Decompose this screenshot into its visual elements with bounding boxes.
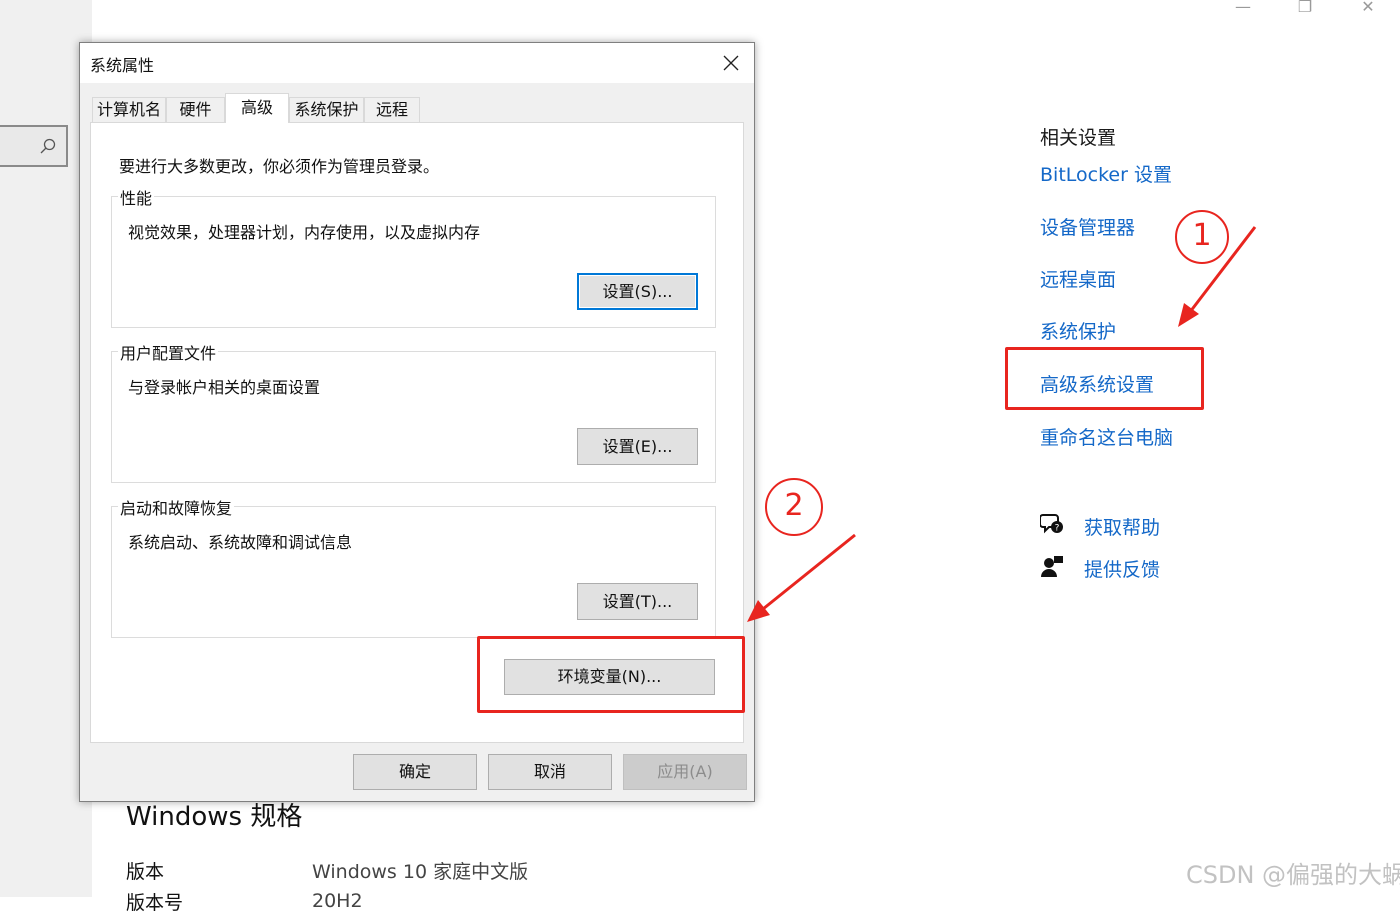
screen: { "system_window": { "related_settings":… (0, 0, 1400, 914)
apply-button: 应用(A) (623, 754, 747, 790)
give-feedback-link[interactable]: 提供反馈 (1084, 555, 1160, 582)
bitlocker-settings-link[interactable]: BitLocker 设置 (1040, 160, 1172, 187)
ok-button[interactable]: 确定 (353, 754, 477, 790)
arrow-1-head (1178, 303, 1199, 327)
step-1-marker: 1 (1175, 210, 1229, 264)
window-close-button[interactable]: ✕ (1358, 0, 1378, 15)
highlight-env-variables (477, 636, 745, 713)
minimize-button[interactable]: — (1233, 0, 1253, 15)
tab-advanced[interactable]: 高级 (225, 93, 289, 123)
svg-text:?: ? (1055, 524, 1060, 534)
related-settings-title: 相关设置 (1040, 127, 1117, 149)
group-label: 用户配置文件 (118, 340, 219, 364)
cancel-button[interactable]: 取消 (488, 754, 612, 790)
version-value: 20H2 (312, 890, 363, 912)
search-icon (40, 138, 56, 154)
version-label: 版本号 (126, 892, 184, 914)
restore-button[interactable]: ❐ (1295, 0, 1315, 15)
user-profiles-group: 用户配置文件 与登录帐户相关的桌面设置 设置(E)... (111, 340, 716, 483)
highlight-advanced-settings (1005, 347, 1204, 410)
rename-pc-link[interactable]: 重命名这台电脑 (1040, 423, 1173, 450)
device-manager-link[interactable]: 设备管理器 (1040, 213, 1135, 240)
close-icon (723, 55, 739, 71)
remote-desktop-link[interactable]: 远程桌面 (1040, 265, 1116, 292)
watermark: CSDN @偏强的大蜗牛 (1186, 861, 1400, 889)
startup-recovery-group: 启动和故障恢复 系统启动、系统故障和调试信息 设置(T)... (111, 495, 716, 638)
get-help-link[interactable]: 获取帮助 (1084, 513, 1160, 540)
group-label: 性能 (118, 185, 155, 209)
system-protection-link[interactable]: 系统保护 (1040, 317, 1116, 344)
dialog-title: 系统属性 (90, 56, 155, 75)
edition-label: 版本 (126, 861, 165, 883)
admin-notice: 要进行大多数更改，你必须作为管理员登录。 (119, 157, 440, 176)
performance-group: 性能 视觉效果，处理器计划，内存使用，以及虚拟内存 设置(S)... (111, 185, 716, 328)
dialog-close-button[interactable] (708, 43, 754, 83)
feedback-icon (1041, 556, 1063, 577)
tab-hardware[interactable]: 硬件 (166, 97, 225, 122)
arrow-2-line (762, 533, 856, 611)
edition-value: Windows 10 家庭中文版 (312, 861, 529, 883)
user-profiles-settings-button[interactable]: 设置(E)... (577, 428, 698, 465)
group-description: 系统启动、系统故障和调试信息 (128, 533, 353, 552)
step-2-marker: 2 (765, 478, 823, 536)
tab-computer-name[interactable]: 计算机名 (92, 97, 166, 122)
get-help-icon: ? (1040, 514, 1063, 534)
settings-search-input[interactable] (0, 125, 68, 167)
group-description: 视觉效果，处理器计划，内存使用，以及虚拟内存 (128, 223, 481, 242)
tab-remote[interactable]: 远程 (364, 97, 420, 122)
tab-system-protection[interactable]: 系统保护 (289, 97, 364, 122)
group-label: 启动和故障恢复 (118, 495, 235, 519)
performance-settings-button[interactable]: 设置(S)... (577, 273, 698, 310)
startup-recovery-settings-button[interactable]: 设置(T)... (577, 583, 698, 620)
dialog-titlebar: 系统属性 (80, 43, 754, 83)
group-description: 与登录帐户相关的桌面设置 (128, 378, 321, 397)
